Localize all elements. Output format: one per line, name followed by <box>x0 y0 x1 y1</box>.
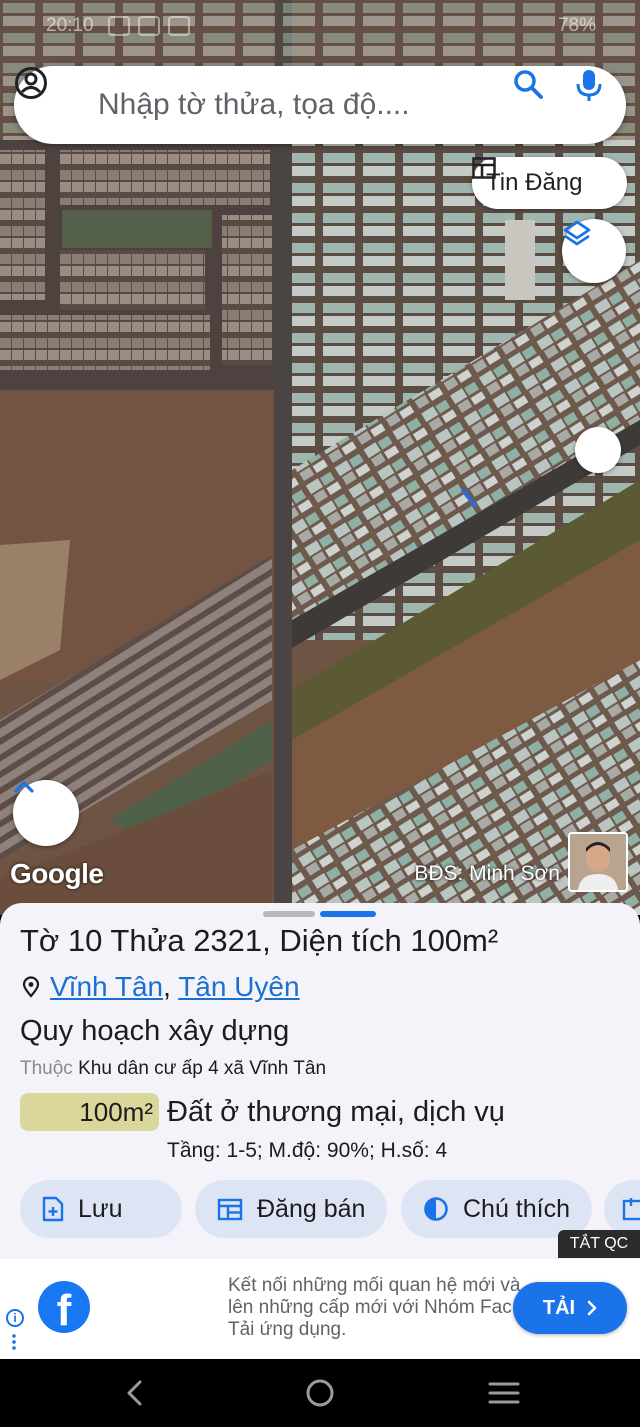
ward-link[interactable]: Vĩnh Tân <box>50 971 163 1002</box>
ad-banner[interactable]: i f Kết nối những mối quan hệ mới và lên… <box>0 1259 640 1359</box>
recent-apps-icon[interactable] <box>484 1373 524 1413</box>
my-location-button[interactable] <box>575 427 621 473</box>
tin-dang-button[interactable]: Tin Đăng <box>472 157 627 209</box>
back-icon[interactable] <box>115 1373 155 1413</box>
owner-avatar[interactable] <box>568 832 628 892</box>
satellite-map[interactable]: 20:10 78% Tin Đăng <box>0 0 640 915</box>
home-icon[interactable] <box>300 1373 340 1413</box>
expand-up-button[interactable] <box>13 780 79 846</box>
account-icon[interactable] <box>14 66 48 100</box>
post-sale-label: Đăng bán <box>257 1194 366 1223</box>
sheet-handle[interactable] <box>263 911 315 917</box>
battery-level: 78% <box>557 15 596 36</box>
belongs-to-value: Khu dân cư ấp 4 xã Vĩnh Tân <box>78 1058 327 1079</box>
status-bar: 20:10 78% <box>0 0 640 52</box>
close-ad-button[interactable]: TẮT QC <box>558 1230 640 1258</box>
owner-label: BĐS: Minh Sơn <box>414 862 560 885</box>
ad-info-icon[interactable]: i <box>6 1309 24 1327</box>
add-calendar-icon <box>622 1198 640 1221</box>
belongs-to: Thuộc Khu dân cư ấp 4 xã Vĩnh Tân <box>20 1058 326 1080</box>
search-bar[interactable] <box>14 66 626 144</box>
listing-table-icon <box>472 157 496 179</box>
google-logo: Google <box>10 858 104 889</box>
calendar-table-icon <box>217 1198 243 1221</box>
notification-icons <box>108 16 190 36</box>
planning-heading: Quy hoạch xây dựng <box>20 1015 290 1047</box>
post-sale-button[interactable]: Đăng bán <box>195 1180 387 1238</box>
ad-menu-icon[interactable] <box>12 1333 16 1351</box>
add-document-icon <box>42 1196 64 1222</box>
location-separator: , <box>163 971 171 1002</box>
microphone-icon[interactable] <box>570 66 608 104</box>
tin-dang-label: Tin Đăng <box>486 169 583 196</box>
contrast-icon <box>424 1197 448 1221</box>
person-photo <box>570 834 626 890</box>
land-use-type: Đất ở thương mại, dịch vụ <box>167 1096 505 1128</box>
facebook-icon: f <box>38 1281 90 1333</box>
system-navigation-bar <box>0 1359 640 1427</box>
search-input[interactable] <box>98 84 498 126</box>
chevron-up-icon <box>14 781 34 793</box>
belongs-prefix: Thuộc <box>20 1058 73 1079</box>
search-icon[interactable] <box>510 66 548 104</box>
area-badge: 100m² <box>20 1093 159 1131</box>
chevron-right-icon <box>587 1300 597 1316</box>
parcel-info-sheet[interactable]: Tờ 10 Thửa 2321, Diện tích 100m² Vĩnh Tâ… <box>0 903 640 1260</box>
parcel-title: Tờ 10 Thửa 2321, Diện tích 100m² <box>20 923 499 958</box>
ad-text: Kết nối những mối quan hệ mới và lên nhữ… <box>228 1275 521 1340</box>
legend-label: Chú thích <box>463 1194 571 1223</box>
sheet-page-indicator <box>320 911 376 917</box>
layers-button[interactable] <box>562 219 626 283</box>
ad-download-button[interactable]: TẢI <box>513 1282 627 1334</box>
ad-cta-label: TẢI <box>542 1296 576 1319</box>
parcel-location: Vĩnh Tân, Tân Uyên <box>22 971 300 1003</box>
save-label: Lưu <box>78 1194 123 1223</box>
building-parameters: Tầng: 1-5; M.độ: 90%; H.số: 4 <box>167 1139 448 1162</box>
district-link[interactable]: Tân Uyên <box>178 971 299 1002</box>
status-time: 20:10 <box>46 15 94 36</box>
layers-icon <box>563 220 591 246</box>
location-pin-icon <box>22 976 40 998</box>
save-button[interactable]: Lưu <box>20 1180 182 1238</box>
